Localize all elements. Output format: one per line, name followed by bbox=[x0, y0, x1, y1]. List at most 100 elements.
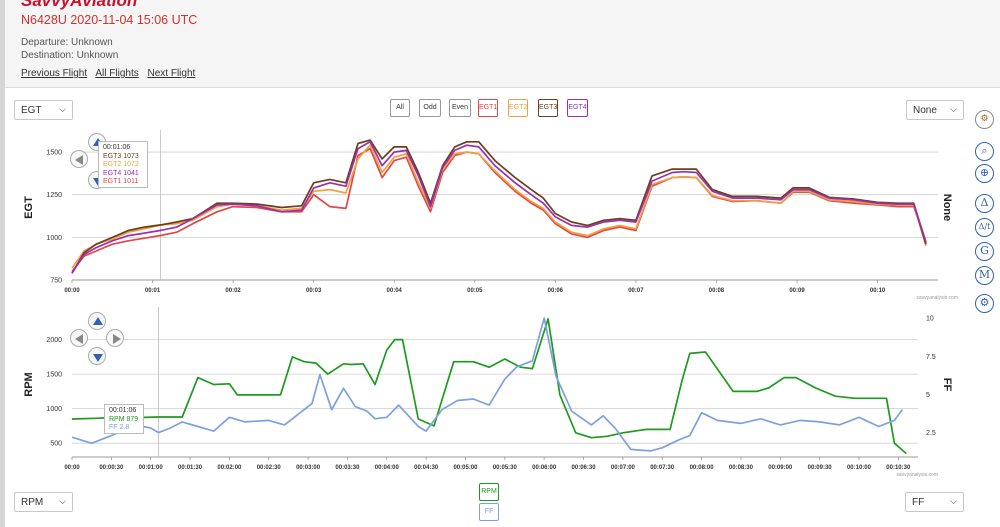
x-tick-label: 00:08:00 bbox=[690, 465, 715, 471]
tooltip-value: 1072 bbox=[123, 161, 139, 168]
x-tick-label: 00:08:30 bbox=[729, 465, 754, 471]
x-tick-label: 00:10:30 bbox=[886, 465, 911, 471]
tooltip-row-egt4: EGT4 1041 bbox=[103, 170, 143, 179]
egt-chart: 750 1000 1250 1500 00:00 00:01 00:02 00:03 00:04… bbox=[23, 130, 958, 301]
tooltip-label: EGT1 bbox=[103, 178, 122, 185]
arrow-right-icon bbox=[113, 334, 121, 344]
flight-title: N6428U 2020-11-04 15:06 UTC bbox=[21, 13, 198, 27]
zoom-in-icon[interactable]: ⊕ bbox=[975, 164, 994, 183]
y-axis-label: RPM bbox=[23, 372, 35, 396]
x-tick-label: 00:00 bbox=[64, 465, 80, 471]
top-left-select-value: EGT bbox=[21, 105, 42, 116]
tooltip-time: 00:01:06 bbox=[109, 407, 137, 414]
x-tick-label: 00:06:00 bbox=[532, 465, 557, 471]
pan-down-button[interactable] bbox=[88, 347, 106, 365]
watermark: savvyanalysis.com bbox=[896, 472, 938, 478]
tooltip-row-egt3: EGT3 1073 bbox=[103, 153, 143, 162]
x-tick-label: 00:00:30 bbox=[99, 465, 124, 471]
all-flights-link[interactable]: All Flights bbox=[95, 68, 138, 79]
bottom-right-parameter-select[interactable]: FF ⌵ bbox=[905, 492, 964, 512]
x-tick-label: 00:09 bbox=[789, 288, 805, 294]
x-tick-label: 00:06:30 bbox=[572, 465, 597, 471]
x-tick-label: 00:05:30 bbox=[493, 465, 518, 471]
pan-left-button[interactable] bbox=[70, 150, 88, 168]
flight-nav-links: Previous Flight All Flights Next Flight bbox=[21, 68, 201, 79]
delta-t-icon[interactable]: Δ/t bbox=[975, 218, 994, 237]
x-tick-label: 00:03 bbox=[306, 288, 322, 294]
tooltip-label: FF bbox=[109, 424, 118, 431]
destination-text: Destination: Unknown bbox=[21, 50, 119, 61]
gear-settings-icon[interactable]: ⚙ bbox=[975, 110, 994, 129]
bottom-left-select-value: RPM bbox=[21, 497, 44, 508]
top-right-parameter-select[interactable]: None ⌵ bbox=[906, 100, 964, 120]
arrow-up-icon bbox=[93, 317, 103, 325]
x-tick-label: 00:05 bbox=[467, 288, 483, 294]
x-tick-label: 00:10 bbox=[870, 288, 886, 294]
x-tick-label: 00:07 bbox=[628, 288, 644, 294]
egt-tooltip: 00:01:06 EGT3 1073 EGT2 1072 EGT4 1041 E… bbox=[98, 141, 148, 188]
y-tick-label: 1000 bbox=[46, 406, 62, 413]
previous-flight-link[interactable]: Previous Flight bbox=[21, 68, 87, 79]
watermark: savvyanalysis.com bbox=[916, 295, 958, 301]
pan-right-button[interactable] bbox=[106, 329, 124, 347]
filter-egt1-button[interactable]: EGT1 bbox=[478, 99, 498, 117]
filter-egt3-button[interactable]: EGT3 bbox=[538, 99, 558, 117]
x-tick-label: 00:02 bbox=[225, 288, 241, 294]
settings-icon[interactable]: ⚙ bbox=[975, 294, 994, 313]
x-tick-label: 00:04:00 bbox=[375, 465, 400, 471]
right-axis-label: None bbox=[941, 194, 953, 222]
savvy-aviation-logo[interactable]: SavvyAviation bbox=[21, 0, 137, 11]
rpm-ff-chart: 500 1000 1500 2000 2.5 5 7.5 10 00:00 00:00:30 00:… bbox=[23, 307, 953, 478]
y2-tick-label: 2.5 bbox=[926, 430, 936, 437]
x-tick-label: 00:06 bbox=[548, 288, 564, 294]
filter-egt2-button[interactable]: EGT2 bbox=[508, 99, 528, 117]
next-flight-link[interactable]: Next Flight bbox=[148, 68, 196, 79]
delta-icon[interactable]: Δ bbox=[975, 194, 994, 213]
pan-left-button[interactable] bbox=[70, 329, 88, 347]
arrow-left-icon bbox=[75, 334, 83, 344]
filter-egt4-button[interactable]: EGT4 bbox=[567, 99, 588, 117]
x-tick-label: 00:03:30 bbox=[335, 465, 360, 471]
chevron-down-icon: ⌵ bbox=[59, 104, 66, 114]
pan-up-button[interactable] bbox=[88, 312, 106, 330]
tooltip-label: EGT2 bbox=[103, 161, 122, 168]
toggle-ff-button[interactable]: FF bbox=[479, 503, 499, 521]
x-tick-label: 00:01 bbox=[145, 288, 161, 294]
tooltip-label: EGT4 bbox=[103, 169, 122, 177]
x-tick-label: 00:07:30 bbox=[650, 465, 675, 471]
toggle-rpm-button[interactable]: RPM bbox=[479, 483, 499, 501]
x-tick-label: 00:02:30 bbox=[257, 465, 282, 471]
zoom-reset-icon[interactable]: ⌕ bbox=[975, 142, 994, 161]
bottom-left-parameter-select[interactable]: RPM ⌵ bbox=[14, 492, 73, 512]
chevron-down-icon: ⌵ bbox=[950, 104, 957, 114]
x-tick-label: 00:04 bbox=[387, 288, 403, 294]
arrow-down-icon bbox=[93, 354, 103, 362]
filter-even-button[interactable]: Even bbox=[449, 99, 471, 117]
tooltip-label: RPM bbox=[109, 415, 125, 423]
y-axis-label: EGT bbox=[23, 196, 35, 219]
top-left-parameter-select[interactable]: EGT ⌵ bbox=[14, 100, 73, 120]
x-tick-label: 00:04:30 bbox=[414, 465, 439, 471]
y-tick-label: 750 bbox=[50, 278, 62, 285]
g-icon[interactable]: G bbox=[975, 242, 994, 261]
series-line-egt2 bbox=[71, 144, 927, 269]
y-tick-label: 2000 bbox=[46, 337, 62, 344]
series-line-egt4 bbox=[71, 140, 927, 274]
x-tick-label: 00:09:00 bbox=[768, 465, 793, 471]
filter-odd-button[interactable]: Odd bbox=[419, 99, 441, 117]
y-tick-label: 500 bbox=[50, 441, 62, 448]
right-axis-label: FF bbox=[941, 378, 953, 392]
x-tick-label: 00:01:30 bbox=[178, 465, 203, 471]
x-tick-label: 00:07:00 bbox=[611, 465, 636, 471]
m-icon[interactable]: M bbox=[975, 266, 994, 285]
filter-all-button[interactable]: All bbox=[390, 99, 410, 117]
x-tick-label: 00:09:30 bbox=[808, 465, 833, 471]
y-tick-label: 1250 bbox=[46, 192, 62, 199]
x-tick-label: 00:08 bbox=[709, 288, 725, 294]
tooltip-value: 2.8 bbox=[119, 424, 130, 431]
series-line-rpm bbox=[71, 318, 907, 455]
arrow-left-icon bbox=[75, 155, 83, 165]
x-tick-label: 00:02:00 bbox=[217, 465, 242, 471]
x-tick-label: 00:03:00 bbox=[296, 465, 321, 471]
flight-header: SavvyAviation N6428U 2020-11-04 15:06 UT… bbox=[5, 0, 1000, 88]
